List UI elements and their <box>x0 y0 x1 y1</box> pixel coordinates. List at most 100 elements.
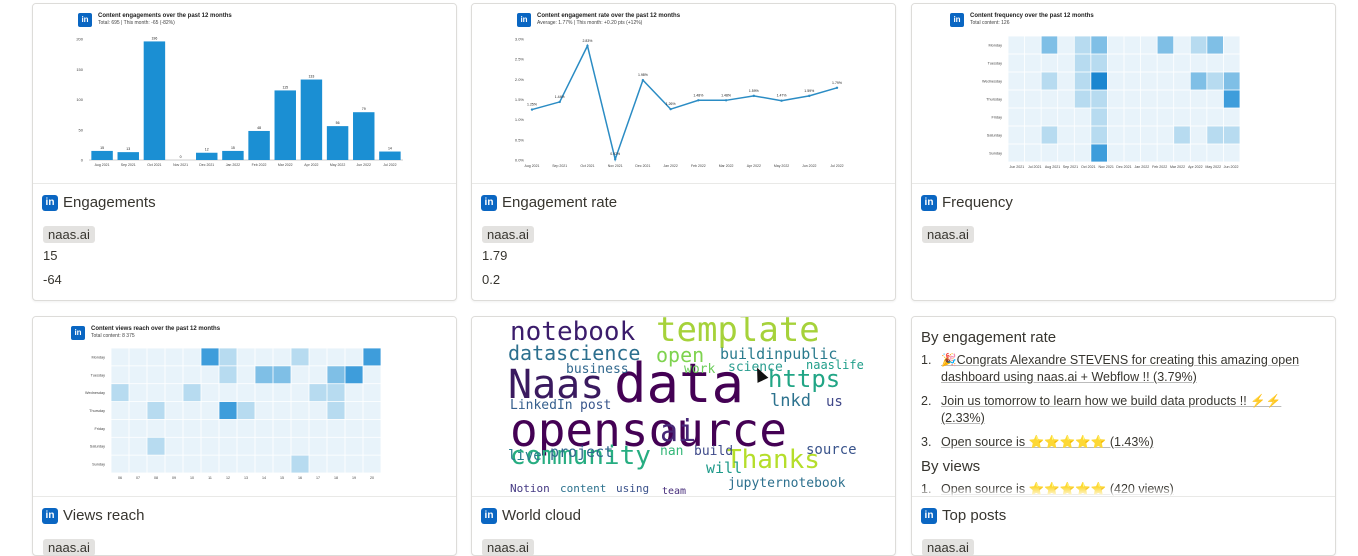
post-link[interactable]: Open source is ⭐⭐⭐⭐⭐ (1.43%) <box>941 434 1154 451</box>
col-label: 17 <box>316 476 320 480</box>
heat-cell <box>1140 144 1157 162</box>
engagement-rate-card[interactable]: in Content engagement rate over the past… <box>471 3 896 301</box>
heat-cell <box>219 401 237 420</box>
heat-cell <box>1140 54 1157 72</box>
wordcloud-word: work <box>684 362 716 377</box>
heat-cell <box>165 437 183 455</box>
heat-cell <box>327 437 345 455</box>
wordcloud-word: build <box>694 444 734 459</box>
col-label: Oct 2021 <box>1081 165 1096 169</box>
col-label: Jul 2021 <box>1028 165 1042 169</box>
heat-cell <box>201 437 219 455</box>
col-label: 12 <box>226 476 230 480</box>
heat-cell <box>201 401 219 420</box>
linkedin-icon: in <box>42 507 58 524</box>
heat-cell <box>129 455 147 473</box>
heat-cell <box>183 419 201 437</box>
heat-cell <box>1041 144 1058 162</box>
heat-cell <box>1190 90 1207 108</box>
heat-cell <box>1124 54 1141 72</box>
heat-cell <box>1124 72 1141 90</box>
row-label: Sunday <box>989 152 1002 156</box>
heat-cell <box>345 401 363 420</box>
heat-cell <box>183 384 201 402</box>
heat-cell <box>1223 144 1240 162</box>
heat-cell <box>201 366 219 384</box>
wordcloud-word: using <box>616 482 650 495</box>
heat-cell <box>237 366 255 384</box>
heat-cell <box>237 419 255 437</box>
source-tag: naas.ai <box>922 226 974 243</box>
heat-cell <box>309 384 327 402</box>
x-tick-label: May 2022 <box>774 164 789 168</box>
heat-cell <box>1124 126 1141 144</box>
bar <box>326 126 349 160</box>
world-cloud-preview: notebook template datascience open buildinpu… <box>472 317 895 497</box>
fade-overlay <box>912 487 1335 496</box>
bar-value-label: 79 <box>362 107 366 111</box>
heat-cell <box>1140 36 1157 54</box>
col-label: Nov 2021 <box>1098 165 1113 169</box>
world-cloud-card[interactable]: notebook template datascience open buildinpu… <box>471 316 896 556</box>
bar-value-label: 15 <box>100 146 104 150</box>
data-point <box>780 99 783 102</box>
bar-value-label: 13 <box>126 147 130 151</box>
heat-cell <box>1157 126 1174 144</box>
x-tick-label: Feb 2022 <box>691 164 706 168</box>
heat-cell <box>1058 36 1074 54</box>
heat-cell <box>183 348 201 366</box>
wordcloud-word: project <box>550 443 614 461</box>
heat-cell <box>147 401 165 420</box>
frequency-card[interactable]: in Content frequency over the past 12 mo… <box>911 3 1336 301</box>
x-tick-label: Mar 2022 <box>278 163 293 167</box>
heat-cell <box>1091 72 1108 90</box>
heat-cell <box>1223 36 1240 54</box>
heat-cell <box>165 348 183 366</box>
heat-cell <box>345 437 363 455</box>
frequency-chart-preview: in Content frequency over the past 12 mo… <box>912 4 1335 184</box>
post-link[interactable]: 🎉Congrats Alexandre STEVENS for creating… <box>941 352 1325 386</box>
heat-cell <box>1207 36 1224 54</box>
heat-cell <box>345 455 363 473</box>
heat-cell <box>201 348 219 366</box>
data-label: 2.83% <box>582 39 592 43</box>
post-rank: 2. <box>921 394 932 408</box>
post-link[interactable]: Join us tomorrow to learn how we build d… <box>941 393 1325 427</box>
wordcloud-word: team <box>662 486 687 497</box>
heat-cell <box>273 401 291 420</box>
card-title-text: Engagement rate <box>502 194 618 211</box>
heat-cell <box>1190 108 1207 126</box>
wordcloud-word: source <box>806 442 857 458</box>
views-reach-card[interactable]: in Content views reach over the past 12 … <box>32 316 457 556</box>
heat-cell <box>1041 108 1058 126</box>
heat-cell <box>1024 144 1041 162</box>
engagement-rate-delta: 0.2 <box>482 272 501 287</box>
col-label: 19 <box>352 476 356 480</box>
top-posts-card[interactable]: By engagement rate 1. 🎉Congrats Alexandre… <box>911 316 1336 556</box>
heat-cell <box>1041 126 1058 144</box>
linkedin-icon: in <box>921 507 937 524</box>
bar <box>117 152 139 160</box>
heat-cell <box>1223 126 1240 144</box>
heat-cell <box>183 437 201 455</box>
heat-cell <box>183 401 201 420</box>
views-reach-heatmap: Monday Tuesday Wednesday Thursday Friday Satu… <box>85 348 381 480</box>
engagements-card[interactable]: in Content engagements over the past 12 … <box>32 3 457 301</box>
heat-cell <box>1207 126 1224 144</box>
x-tick-label: Jul 2022 <box>830 164 843 168</box>
heat-cell <box>327 401 345 420</box>
x-tick-label: Jan 2022 <box>663 164 677 168</box>
bar <box>248 130 270 160</box>
x-tick-label: Aug 2021 <box>525 164 540 168</box>
heat-cell <box>1124 90 1141 108</box>
heat-cell <box>1207 90 1224 108</box>
heat-cell <box>1157 144 1174 162</box>
heat-cell <box>1140 90 1157 108</box>
x-tick-label: Oct 2021 <box>147 163 161 167</box>
heat-cell <box>363 401 381 420</box>
data-point <box>808 94 811 98</box>
heat-cell <box>255 348 273 366</box>
heat-cell <box>1024 108 1041 126</box>
heat-cell <box>201 419 219 437</box>
heat-cell <box>255 384 273 402</box>
